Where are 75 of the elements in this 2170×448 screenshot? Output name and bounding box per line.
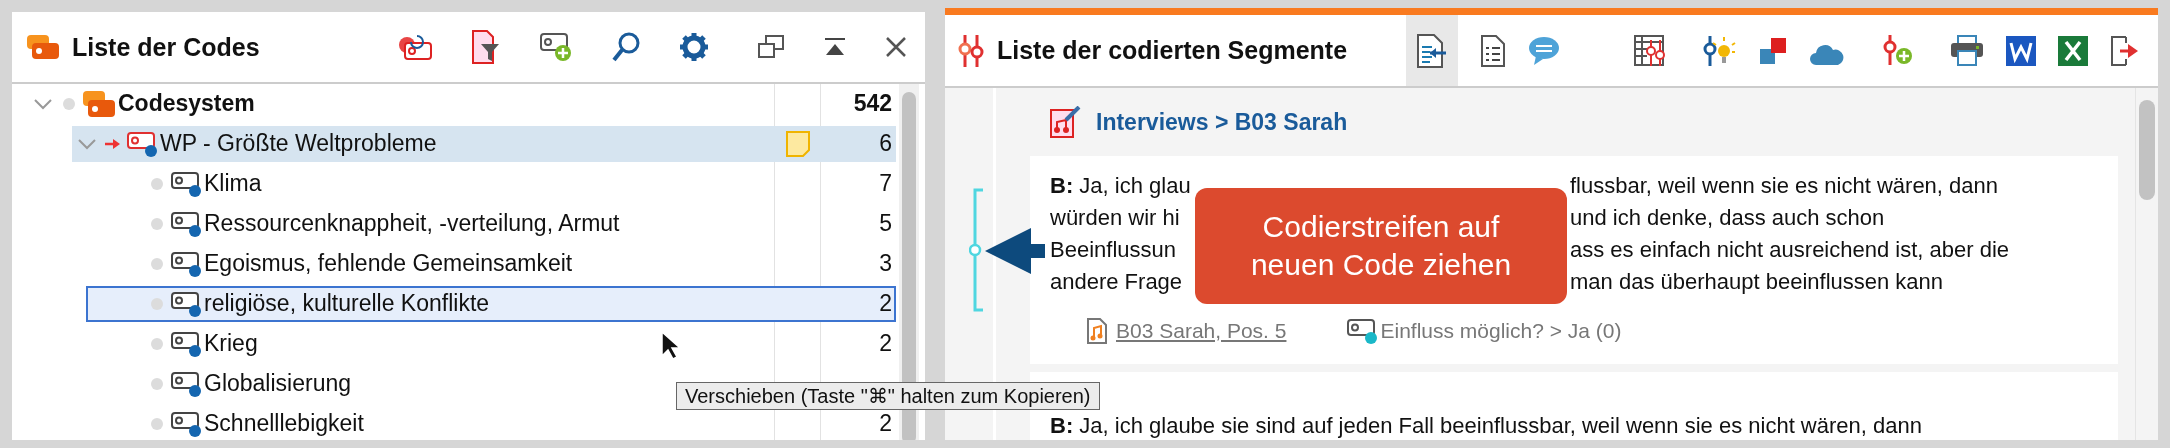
code-system-icon: [82, 90, 116, 118]
panel-title: Liste der codierten Segmente: [997, 36, 1348, 65]
code-icon: [170, 250, 202, 278]
segment-text: Beeinflussun: [1050, 237, 1176, 263]
code-icon: [170, 330, 202, 358]
status-dot-icon: [150, 417, 164, 431]
code-icon: [170, 210, 202, 238]
code-label[interactable]: Schnelllebigkeit: [204, 411, 364, 437]
status-dot-icon: [150, 377, 164, 391]
code-count: 542: [853, 90, 892, 117]
status-dot-icon: [150, 297, 164, 311]
segment-text: ass es einfach nicht ausreichend ist, aber die: [1570, 237, 2010, 263]
code-count: 3: [879, 250, 892, 277]
table-icon[interactable]: [1634, 34, 1666, 67]
code-path[interactable]: Einfluss möglich? > Ja (0): [1380, 319, 1622, 343]
code-label[interactable]: WP - Größte Weltprobleme: [160, 131, 437, 157]
code-label[interactable]: Egoismus, fehlende Gemeinsamkeit: [204, 251, 573, 277]
audio-file-icon: [1086, 317, 1108, 345]
print-icon[interactable]: [1950, 34, 1984, 67]
audio-document-icon: [1050, 106, 1082, 138]
code-count: 5: [879, 210, 892, 237]
status-dot-icon: [62, 97, 76, 111]
source-link[interactable]: B03 Sarah, Pos. 5: [1116, 319, 1287, 343]
list-icon[interactable]: [1480, 33, 1506, 68]
coded-segments-icon: [957, 33, 985, 68]
comment-icon[interactable]: [1528, 35, 1560, 66]
code-icon: [170, 290, 202, 318]
settings-icon[interactable]: [679, 32, 709, 62]
codes-icon: [26, 34, 60, 60]
exit-icon[interactable]: [2110, 35, 2140, 66]
code-icon: [126, 130, 158, 158]
collapse-icon[interactable]: [823, 37, 847, 57]
segment-text: würden wir hi: [1050, 205, 1180, 231]
code-label[interactable]: religiöse, kulturelle Konflikte: [204, 291, 490, 317]
status-dot-icon: [150, 337, 164, 351]
code-count: 7: [879, 170, 892, 197]
segment-text: andere Frage: [1050, 269, 1183, 295]
segment-text: B: Ja, ich glau: [1050, 173, 1191, 199]
code-icon: [1346, 317, 1379, 345]
code-icon: [170, 170, 202, 198]
search-icon[interactable]: [611, 31, 641, 63]
document-arrow-icon[interactable]: [1416, 32, 1448, 69]
segment-text: B: Ja, ich glaube sie sind auf jeden Fall beeinflussbar, weil wenn sie es nicht wären, dann: [1050, 414, 1922, 439]
lightbulb-icon[interactable]: [1702, 34, 1736, 67]
code-icon: [170, 370, 202, 398]
callout: Codierstreifen auf neuen Code ziehen: [1195, 188, 1567, 304]
arrow-icon: [985, 226, 1045, 276]
status-dot-icon: [150, 257, 164, 271]
code-count: 2: [879, 410, 892, 437]
word-icon[interactable]: [2006, 35, 2036, 66]
document-path[interactable]: Interviews > B03 Sarah: [1096, 108, 1348, 136]
code-reset-icon[interactable]: [397, 32, 433, 62]
segment-text: flussbar, weil wenn sie es nicht wären, dann: [1570, 173, 1998, 199]
segment-text: man das überhaupt beeinflussen kann: [1570, 269, 1944, 295]
filter-icon[interactable]: [471, 30, 501, 64]
code-label[interactable]: Codesystem: [118, 91, 255, 117]
arrow-icon: [105, 138, 121, 150]
code-count: 2: [879, 330, 892, 357]
new-code-icon[interactable]: [539, 31, 573, 63]
undock-icon[interactable]: [757, 34, 785, 60]
status-dot-icon: [150, 217, 164, 231]
code-count: 6: [879, 130, 892, 157]
segment-text: und ich denke, dass auch schon: [1570, 205, 1885, 231]
close-icon[interactable]: [885, 36, 907, 58]
code-count: 2: [879, 290, 892, 317]
excel-icon[interactable]: [2058, 35, 2088, 66]
tooltip: Verschieben (Taste "⌘" halten zum Kopieren): [676, 382, 1100, 410]
squares-icon[interactable]: [1758, 35, 1788, 66]
panel-title: Liste der Codes: [72, 32, 260, 62]
code-label[interactable]: Klima: [204, 171, 262, 197]
code-label[interactable]: Krieg: [204, 331, 258, 357]
status-dot-icon: [150, 177, 164, 191]
code-label[interactable]: Globalisierung: [204, 371, 352, 397]
chevron-icon[interactable]: [33, 98, 53, 110]
code-label[interactable]: Ressourcenknappheit, -verteilung, Armut: [204, 211, 620, 237]
